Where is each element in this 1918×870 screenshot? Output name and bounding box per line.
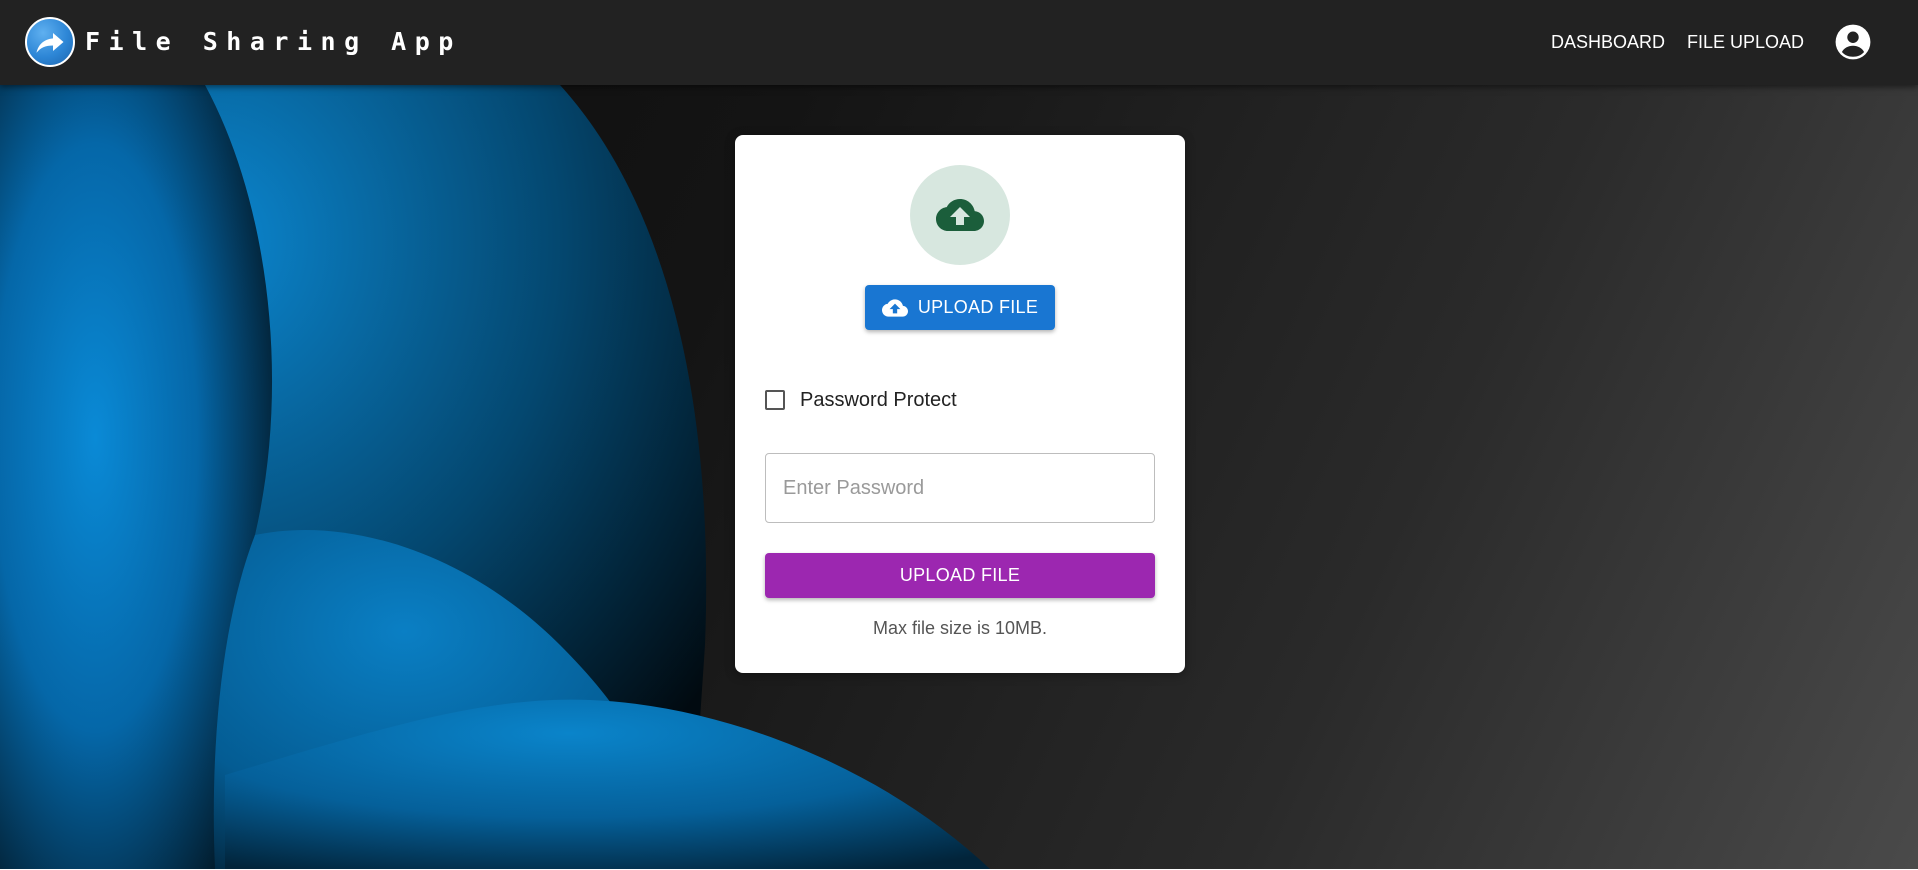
upload-card: UPLOAD FILE Password Protect UPLOAD FILE… xyxy=(735,135,1185,673)
max-file-size-note: Max file size is 10MB. xyxy=(872,618,1048,638)
account-circle-icon[interactable] xyxy=(1834,23,1872,61)
cloud-upload-icon xyxy=(881,298,908,317)
upload-submit-button[interactable]: UPLOAD FILE xyxy=(765,553,1155,598)
upload-icon-circle xyxy=(910,165,1010,265)
password-protect-checkbox[interactable] xyxy=(765,390,785,410)
forward-arrow-icon[interactable] xyxy=(25,17,75,67)
choose-file-button[interactable]: UPLOAD FILE xyxy=(865,285,1055,330)
app-bar: File Sharing App DASHBOARD FILE UPLOAD xyxy=(0,0,1918,85)
password-protect-label: Password Protect xyxy=(800,388,957,411)
nav-file-upload-link[interactable]: FILE UPLOAD xyxy=(1687,30,1804,54)
choose-file-button-label: UPLOAD FILE xyxy=(917,297,1039,317)
cloud-upload-icon xyxy=(936,199,984,231)
nav-dashboard-link[interactable]: DASHBOARD xyxy=(1551,30,1665,54)
app-title: File Sharing App xyxy=(85,27,462,56)
password-input[interactable] xyxy=(765,453,1155,523)
password-protect-row[interactable]: Password Protect xyxy=(765,385,957,415)
